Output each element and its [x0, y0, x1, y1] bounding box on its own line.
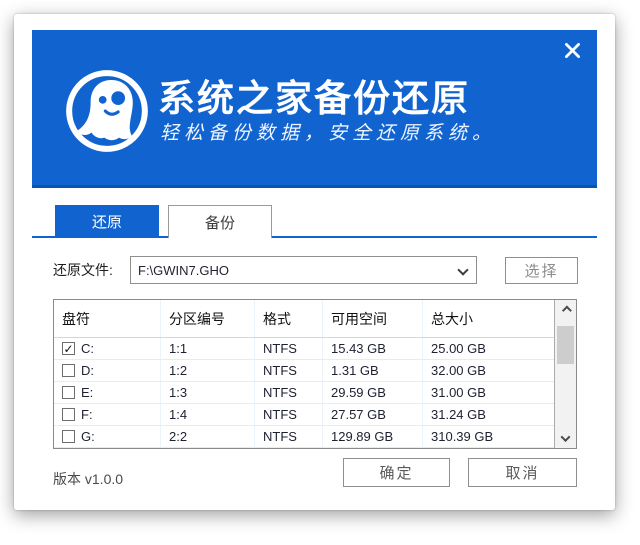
- format-cell: NTFS: [255, 404, 323, 425]
- tab-restore[interactable]: 还原: [55, 205, 159, 238]
- table-header-row: 盘符 分区编号 格式 可用空间 总大小: [54, 300, 554, 338]
- partition-cell: 1:4: [161, 404, 255, 425]
- app-title: 系统之家备份还原: [158, 68, 470, 122]
- col-header-drive[interactable]: 盘符: [54, 300, 161, 337]
- chevron-up-icon: [562, 305, 572, 315]
- table-body: ✓ C: 1:1 NTFS 15.43 GB 25.00 GB D: 1:2 N…: [54, 338, 554, 448]
- vertical-scrollbar[interactable]: [554, 300, 576, 448]
- app-subtitle: 轻松备份数据，安全还原系统。: [160, 118, 496, 145]
- restore-file-combobox[interactable]: F:\GWIN7.GHO: [130, 256, 477, 284]
- drive-checkbox[interactable]: [62, 430, 75, 443]
- drive-checkbox[interactable]: [62, 408, 75, 421]
- free-space-cell: 1.31 GB: [323, 360, 423, 381]
- tab-backup[interactable]: 备份: [168, 205, 272, 238]
- drive-label: G:: [81, 429, 95, 444]
- format-cell: NTFS: [255, 382, 323, 403]
- cancel-button[interactable]: 取消: [468, 458, 577, 487]
- col-header-total[interactable]: 总大小: [423, 300, 554, 337]
- table-row[interactable]: ✓ C: 1:1 NTFS 15.43 GB 25.00 GB: [54, 338, 554, 360]
- col-header-free[interactable]: 可用空间: [323, 300, 423, 337]
- drive-cell: E:: [54, 382, 161, 403]
- scroll-down-button[interactable]: [555, 428, 576, 448]
- format-cell: NTFS: [255, 338, 323, 359]
- drive-label: D:: [81, 363, 94, 378]
- drive-cell: ✓ C:: [54, 338, 161, 359]
- select-file-button[interactable]: 选择: [505, 257, 578, 284]
- restore-file-value: F:\GWIN7.GHO: [138, 263, 229, 278]
- drive-label: E:: [81, 385, 93, 400]
- drive-label: F:: [81, 407, 93, 422]
- ok-button[interactable]: 确定: [343, 458, 450, 487]
- total-size-cell: 31.00 GB: [423, 382, 554, 403]
- total-size-cell: 31.24 GB: [423, 404, 554, 425]
- format-cell: NTFS: [255, 426, 323, 447]
- chevron-down-icon: [561, 432, 571, 442]
- partition-cell: 1:2: [161, 360, 255, 381]
- table-row[interactable]: G: 2:2 NTFS 129.89 GB 310.39 GB: [54, 426, 554, 448]
- app-window: 系统之家备份还原 轻松备份数据，安全还原系统。 还原 备份 还原文件: F:\G…: [14, 14, 615, 510]
- banner: 系统之家备份还原 轻松备份数据，安全还原系统。: [32, 30, 597, 188]
- table-row[interactable]: F: 1:4 NTFS 27.57 GB 31.24 GB: [54, 404, 554, 426]
- partition-cell: 2:2: [161, 426, 255, 447]
- drive-cell: G:: [54, 426, 161, 447]
- drive-cell: D:: [54, 360, 161, 381]
- chevron-down-icon: [457, 264, 468, 275]
- drive-checkbox[interactable]: [62, 386, 75, 399]
- total-size-cell: 32.00 GB: [423, 360, 554, 381]
- partition-cell: 1:1: [161, 338, 255, 359]
- scrollbar-thumb[interactable]: [557, 326, 574, 364]
- table-row[interactable]: D: 1:2 NTFS 1.31 GB 32.00 GB: [54, 360, 554, 382]
- ghost-logo-icon: [64, 68, 150, 154]
- scroll-up-button[interactable]: [555, 300, 576, 320]
- format-cell: NTFS: [255, 360, 323, 381]
- close-button[interactable]: [557, 38, 587, 68]
- col-header-format[interactable]: 格式: [255, 300, 323, 337]
- col-header-partition[interactable]: 分区编号: [161, 300, 255, 337]
- version-label: 版本 v1.0.0: [53, 469, 123, 489]
- partition-table: 盘符 分区编号 格式 可用空间 总大小 ✓ C: 1:1 NTFS 15.43 …: [53, 299, 577, 449]
- free-space-cell: 27.57 GB: [323, 404, 423, 425]
- drive-checkbox[interactable]: ✓: [62, 342, 75, 355]
- restore-file-label: 还原文件:: [53, 256, 113, 284]
- partition-cell: 1:3: [161, 382, 255, 403]
- table-row[interactable]: E: 1:3 NTFS 29.59 GB 31.00 GB: [54, 382, 554, 404]
- total-size-cell: 310.39 GB: [423, 426, 554, 447]
- drive-cell: F:: [54, 404, 161, 425]
- close-icon: [563, 41, 582, 65]
- drive-checkbox[interactable]: [62, 364, 75, 377]
- free-space-cell: 15.43 GB: [323, 338, 423, 359]
- free-space-cell: 129.89 GB: [323, 426, 423, 447]
- drive-label: C:: [81, 341, 94, 356]
- total-size-cell: 25.00 GB: [423, 338, 554, 359]
- free-space-cell: 29.59 GB: [323, 382, 423, 403]
